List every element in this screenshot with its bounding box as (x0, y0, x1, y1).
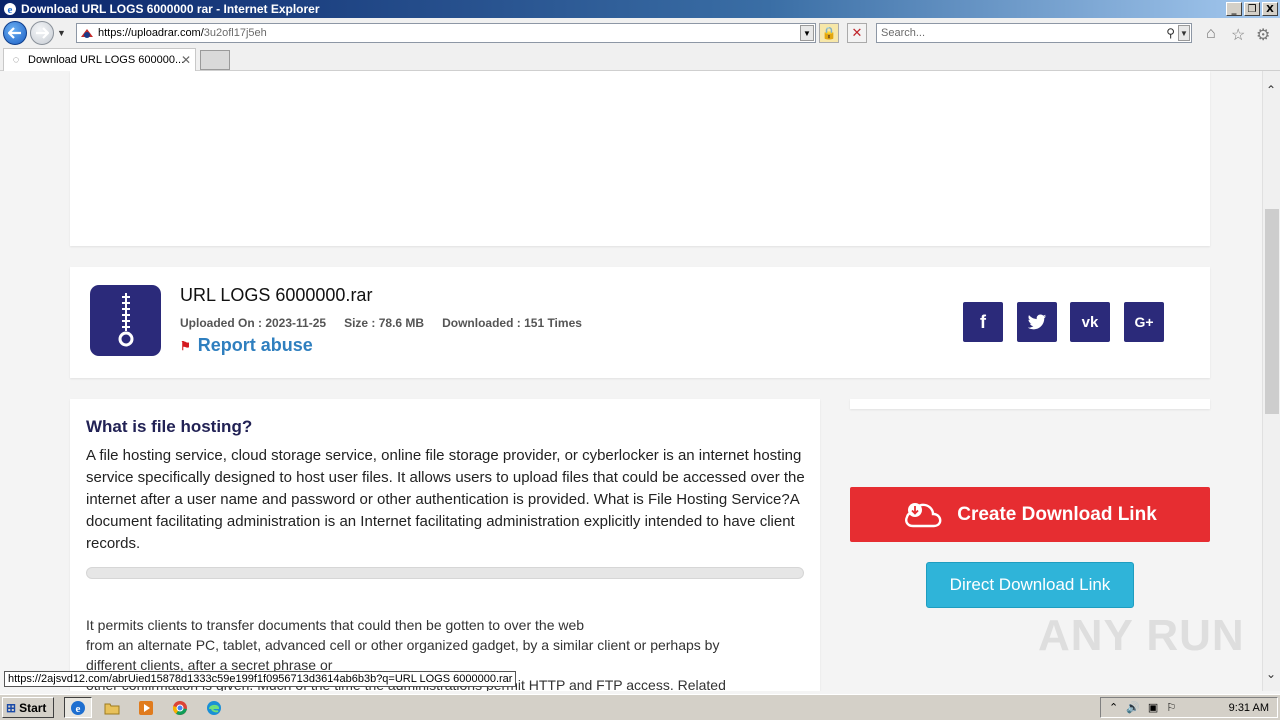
back-button[interactable] (3, 21, 27, 45)
system-tray: ⌃ 🔊 ▣ ⚐ 9:31 AM (1100, 697, 1278, 718)
direct-download-link-button[interactable]: Direct Download Link (926, 562, 1134, 608)
minimize-button[interactable]: _ (1226, 2, 1242, 16)
start-label: Start (19, 700, 47, 715)
paragraph-2-line-2: from an alternate PC, tablet, advanced c… (86, 637, 720, 653)
close-window-button[interactable]: X (1262, 2, 1278, 16)
tab-title: Download URL LOGS 600000... (28, 54, 185, 66)
svg-text:e: e (76, 703, 81, 715)
lock-icon[interactable]: 🔒 (819, 23, 839, 43)
new-tab-button[interactable] (200, 50, 230, 70)
vk-share-button[interactable]: vk (1070, 302, 1110, 342)
address-dropdown-icon[interactable]: ▼ (800, 25, 814, 41)
status-bar-url: https://2ajsvd12.com/abrUied15878d1333c5… (4, 671, 517, 687)
url-path: 3u2ofl17j5eh (203, 27, 267, 39)
svg-text:e: e (8, 4, 13, 16)
zip-file-icon (90, 285, 161, 356)
ad-placeholder (70, 71, 1210, 246)
window-titlebar: e Download URL LOGS 6000000 rar - Intern… (0, 0, 1280, 18)
anyrun-watermark: ANY RUN (1038, 611, 1245, 660)
paragraph-2-line-1: It permits clients to transfer documents… (86, 617, 585, 633)
tab-row: ◌ Download URL LOGS 600000... ✕ (0, 48, 1280, 71)
favorites-star-icon[interactable]: ☆ (1231, 25, 1245, 45)
url-host: https://uploadrar.com/ (98, 27, 204, 39)
sidebar-strip (850, 399, 1210, 409)
download-count: Downloaded : 151 Times (442, 316, 582, 330)
action-center-flag-icon[interactable]: ⚐ (1166, 701, 1176, 714)
twitter-share-button[interactable] (1017, 302, 1057, 342)
report-abuse-label: Report abuse (197, 335, 313, 355)
stop-icon[interactable]: ✕ (847, 23, 867, 43)
restore-button[interactable]: ❐ (1244, 2, 1260, 16)
start-button[interactable]: ⊞ Start (2, 697, 54, 718)
file-size: Size : 78.6 MB (344, 316, 425, 330)
report-abuse-link[interactable]: ⚑ Report abuse (180, 335, 313, 356)
search-placeholder: Search... (881, 27, 926, 39)
site-favicon-icon (81, 29, 93, 38)
search-input[interactable]: Search... ⚲ ▼ (876, 23, 1192, 43)
taskbar-media-player-icon[interactable] (132, 697, 160, 718)
cloud-download-icon (905, 502, 942, 527)
home-icon[interactable]: ⌂ (1206, 25, 1216, 43)
flag-icon: ⚑ (180, 338, 191, 353)
tab-current[interactable]: ◌ Download URL LOGS 600000... ✕ (3, 48, 196, 71)
forward-arrow-icon (36, 27, 49, 39)
taskbar-edge-icon[interactable] (200, 697, 228, 718)
navigation-bar: ▼ https://uploadrar.com/3u2ofl17j5eh ▼ 🔒… (0, 18, 1280, 48)
gear-icon[interactable]: ⚙ (1256, 25, 1270, 45)
tray-expand-icon[interactable]: ⌃ (1109, 701, 1118, 714)
taskbar: ⊞ Start e ⌃ 🔊 ▣ ⚐ 9:31 AM (0, 694, 1280, 720)
article-paragraph-1: A file hosting service, cloud storage se… (86, 447, 805, 552)
taskbar-ie-icon[interactable]: e (64, 697, 92, 718)
page-viewport: URL LOGS 6000000.rar Uploaded On : 2023-… (0, 71, 1262, 691)
forward-button[interactable] (30, 21, 54, 45)
loading-icon: ◌ (12, 54, 20, 66)
search-dropdown-icon[interactable]: ▼ (1178, 25, 1190, 41)
window-title: Download URL LOGS 6000000 rar - Internet… (21, 2, 320, 16)
history-dropdown-icon[interactable]: ▼ (57, 28, 66, 38)
article-heading: What is file hosting? (86, 417, 253, 436)
create-download-link-button[interactable]: Create Download Link (850, 487, 1210, 542)
create-link-label: Create Download Link (957, 503, 1157, 525)
file-info-card: URL LOGS 6000000.rar Uploaded On : 2023-… (70, 267, 1210, 378)
scroll-down-icon[interactable]: ⌄ (1266, 667, 1276, 681)
scroll-up-icon[interactable]: ⌃ (1266, 83, 1276, 97)
twitter-icon (1027, 314, 1047, 329)
clock: 9:31 AM (1228, 701, 1269, 714)
article-card: What is file hosting? A file hosting ser… (70, 399, 820, 691)
facebook-share-button[interactable]: f (963, 302, 1003, 342)
address-bar[interactable]: https://uploadrar.com/3u2ofl17j5eh ▼ (76, 23, 816, 43)
volume-icon[interactable]: 🔊 (1126, 701, 1140, 714)
uploaded-date: Uploaded On : 2023-11-25 (180, 316, 327, 330)
network-icon[interactable]: ▣ (1148, 701, 1158, 714)
scroll-thumb[interactable] (1265, 209, 1279, 414)
taskbar-chrome-icon[interactable] (166, 697, 194, 718)
close-tab-icon[interactable]: ✕ (181, 53, 191, 67)
windows-logo-icon: ⊞ (6, 700, 17, 715)
file-meta: Uploaded On : 2023-11-25 Size : 78.6 MB … (180, 316, 582, 330)
taskbar-folder-icon[interactable] (98, 697, 126, 718)
file-name: URL LOGS 6000000.rar (180, 285, 373, 305)
google-plus-share-button[interactable]: G+ (1124, 302, 1164, 342)
search-icon[interactable]: ⚲ (1166, 26, 1175, 40)
progress-divider (86, 567, 804, 579)
back-arrow-icon (8, 27, 21, 39)
ie-logo-icon: e (2, 1, 18, 17)
vertical-scrollbar[interactable]: ⌃ ⌄ (1262, 71, 1280, 691)
